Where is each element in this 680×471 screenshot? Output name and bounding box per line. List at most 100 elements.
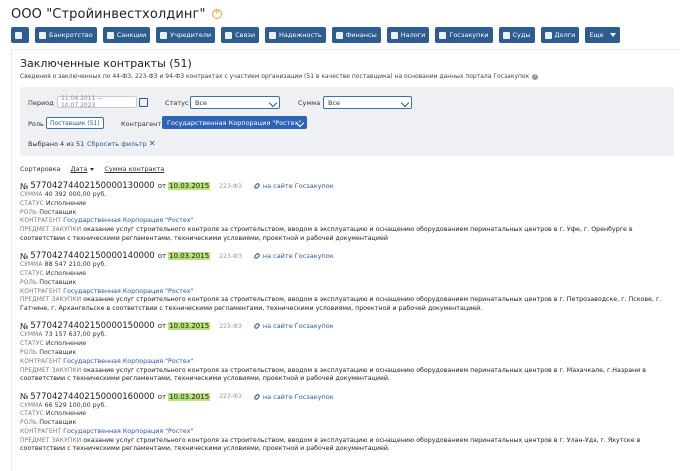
company-name: ООО "Стройинвестхолдинг" (11, 6, 206, 22)
link-icon (253, 322, 261, 330)
link-icon (253, 393, 261, 401)
contract-item: № 57704274402150000160000 от 10.03.2015 … (20, 392, 672, 453)
tab-label: Госзакупки (449, 31, 489, 39)
law-badge: 223-ФЗ (219, 182, 242, 190)
contract-role: РОЛЬ Поставщик (20, 209, 672, 218)
tab-links[interactable]: Связи (221, 27, 260, 43)
shield-icon (269, 31, 277, 39)
role-filter[interactable]: Поставщик (51) (46, 117, 104, 129)
number-prefix: № (20, 251, 29, 261)
building-icon (39, 31, 46, 39)
page-header: ООО "Стройинвестхолдинг" (11, 6, 222, 22)
contract-role: РОЛЬ Поставщик (20, 419, 672, 428)
sum-select[interactable]: Все (323, 96, 412, 109)
gov-procurement-link[interactable]: на сайте Госзакупок (253, 392, 334, 401)
counterparty-select-value: Государственная Корпорация "Ростех" (167, 118, 302, 127)
contract-number[interactable]: 57704274402150000130000 (30, 181, 154, 191)
contracts-list: № 57704274402150000130000 от 10.03.2015 … (20, 181, 672, 453)
link-icon (225, 31, 233, 39)
home-icon (15, 31, 22, 39)
tab-bankruptcy[interactable]: Банкротство (35, 27, 97, 43)
contract-subject: ПРЕДМЕТ ЗАКУПКИ оказание услуг строительн… (20, 226, 672, 242)
role-key: РОЛЬ (20, 420, 38, 427)
tab-procurement[interactable]: Госзакупки (435, 27, 493, 43)
gov-procurement-link[interactable]: на сайте Госзакупок (253, 252, 334, 260)
contract-subject: ПРЕДМЕТ ЗАКУПКИ оказание услуг строительн… (20, 367, 672, 383)
contract-header: № 57704274402150000130000 от 10.03.2015 … (20, 181, 672, 191)
status-key: СТАТУС (20, 200, 44, 207)
tab-home[interactable] (11, 27, 29, 43)
number-prefix: № (20, 392, 29, 402)
contract-counterparty: КОНТРАГЕНТ Государственная Корпорация "Ро… (20, 428, 672, 437)
tab-founders[interactable]: Учредители (156, 27, 216, 43)
contract-number[interactable]: 57704274402150000140000 (30, 251, 154, 261)
status-value: Исполнение (45, 340, 87, 348)
tab-more[interactable]: Еще (585, 27, 620, 43)
counterparty-link[interactable]: Государственная Корпорация "Ростех" (63, 288, 193, 295)
tab-label: Финансы (345, 31, 377, 39)
counterparty-label: Контрагент (121, 120, 162, 128)
contract-number[interactable]: 57704274402150000150000 (30, 321, 154, 331)
counterparty-key: КОНТРАГЕНТ (20, 428, 62, 435)
tab-taxes[interactable]: Налоги (386, 27, 430, 43)
contract-sum: СУММА 73 157 637,00 руб. (20, 331, 672, 340)
tab-finance[interactable]: Финансы (331, 27, 381, 43)
tab-reliability[interactable]: Надежность (265, 27, 326, 43)
contract-role: РОЛЬ Поставщик (20, 279, 672, 288)
info-icon[interactable]: ? (532, 73, 539, 80)
gov-link-label: на сайте Госзакупок (262, 392, 334, 401)
contract-number[interactable]: 57704274402150000160000 (30, 392, 154, 402)
contract-counterparty: КОНТРАГЕНТ Государственная Корпорация "Ро… (20, 358, 672, 367)
reset-filter-label: Сбросить фильтр (87, 139, 147, 148)
tab-label: Суды (512, 31, 531, 39)
counterparty-link[interactable]: Государственная Корпорация "Ростех" (63, 428, 193, 435)
sort-by-date[interactable]: Дата (71, 165, 88, 173)
reset-filter-button[interactable]: Сбросить фильтр ✕ (87, 139, 156, 148)
role-value: Поставщик (39, 348, 77, 356)
tab-label: Санкции (116, 31, 147, 39)
contract-item: № 57704274402150000130000 от 10.03.2015 … (20, 181, 672, 242)
counterparty-select[interactable]: Государственная Корпорация "Ростех" (162, 116, 307, 129)
sort-by-sum[interactable]: Сумма контракта (104, 165, 164, 173)
sum-value: 73 157 637,00 руб. (44, 331, 107, 339)
section-tabs: Банкротство Санкции Учредители Связи Над… (11, 27, 626, 43)
status-value: Исполнение (45, 199, 87, 207)
role-key: РОЛЬ (20, 349, 38, 356)
status-key: СТАТУС (20, 411, 44, 418)
section-subtitle-text: Сведения о заключенных по 44-ФЗ, 223-ФЗ … (20, 73, 530, 80)
contract-header: № 57704274402150000140000 от 10.03.2015 … (20, 251, 672, 261)
contract-item: № 57704274402150000150000 от 10.03.2015 … (20, 321, 672, 382)
section-title: Заключенные контракты (51) (20, 57, 192, 70)
gov-procurement-link[interactable]: на сайте Госзакупок (253, 182, 334, 190)
status-label: Статус (165, 99, 189, 107)
gov-procurement-link[interactable]: на сайте Госзакупок (253, 322, 334, 330)
status-value: Исполнение (45, 269, 87, 277)
tab-label: Связи (235, 31, 256, 39)
counterparty-link[interactable]: Государственная Корпорация "Ростех" (63, 358, 193, 365)
sum-key: СУММА (20, 262, 43, 269)
counterparty-link[interactable]: Государственная Корпорация "Ростех" (63, 217, 193, 224)
subject-value: оказание услуг строительного контроля за… (20, 436, 641, 453)
subject-value: оказание услуг строительного контроля за… (20, 296, 662, 312)
contract-date: 10.03.2015 (168, 392, 211, 401)
chevron-down-icon (609, 33, 616, 37)
link-icon (253, 252, 261, 260)
tab-sanctions[interactable]: Санкции (102, 27, 151, 43)
contract-counterparty: КОНТРАГЕНТ Государственная Корпорация "Ро… (20, 217, 672, 226)
law-badge: 223-ФЗ (219, 252, 242, 260)
document-icon (439, 31, 447, 39)
close-icon: ✕ (148, 139, 156, 148)
contract-status: СТАТУС Исполнение (20, 270, 672, 279)
globe-icon (106, 31, 114, 39)
role-key: РОЛЬ (20, 279, 38, 286)
counterparty-key: КОНТРАГЕНТ (20, 218, 62, 225)
calendar-icon[interactable] (139, 98, 148, 107)
status-select[interactable]: Все (190, 96, 280, 109)
chart-icon (335, 31, 343, 39)
contract-sum: СУММА 40 392 000,00 руб. (20, 191, 672, 200)
tab-courts[interactable]: Суды (498, 27, 535, 43)
tab-debts[interactable]: Долги (540, 27, 580, 43)
from-label: от (157, 182, 167, 190)
period-input[interactable]: 11.04.2011 — 10.07.2023 (57, 95, 137, 109)
add-favorite-icon[interactable] (211, 7, 222, 19)
